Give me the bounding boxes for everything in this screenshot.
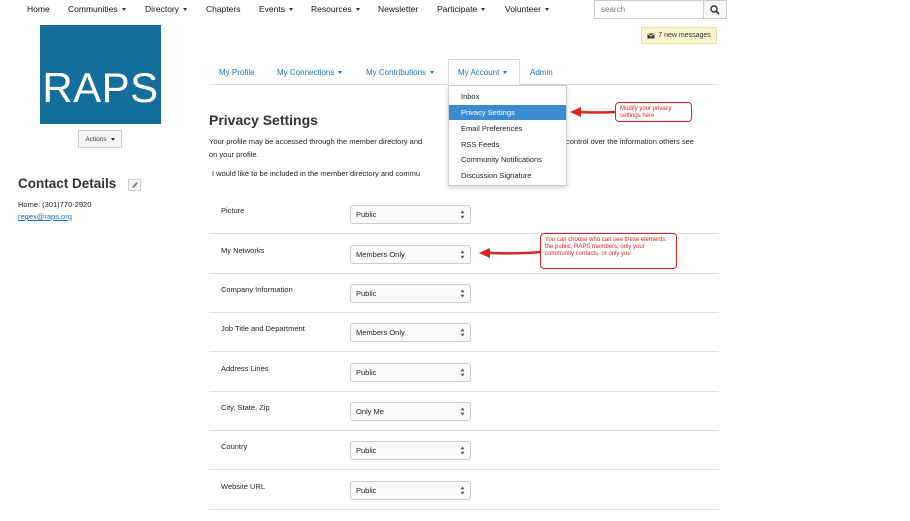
- privacy-select-city-state-zip[interactable]: Only Me: [350, 402, 471, 421]
- select-value: Members Only: [356, 328, 405, 337]
- nav-participate[interactable]: Participate: [437, 4, 485, 14]
- setting-row-job-title: Job Title and Department Members Only: [209, 313, 719, 352]
- setting-row-address-lines: Address Lines Public: [209, 353, 719, 392]
- nav-chapters[interactable]: Chapters: [206, 4, 241, 14]
- select-value: Public: [356, 446, 377, 455]
- setting-row-website-url: Website URL Public: [209, 471, 719, 510]
- setting-label: City, State, Zip: [221, 403, 270, 412]
- setting-label: My Networks: [221, 246, 265, 255]
- setting-label: Address Lines: [221, 364, 269, 373]
- setting-label: Company Information: [221, 285, 293, 294]
- nav-communities[interactable]: Communities: [68, 4, 126, 14]
- select-value: Members Only: [356, 250, 405, 259]
- select-arrows-icon: [460, 407, 465, 416]
- privacy-select-company-information[interactable]: Public: [350, 284, 471, 303]
- select-value: Public: [356, 486, 377, 495]
- top-navigation: Home Communities Directory Chapters Even…: [0, 0, 910, 20]
- privacy-select-my-networks[interactable]: Members Only: [350, 245, 471, 264]
- search-input[interactable]: [594, 0, 704, 19]
- intro-text: Your profile may be accessed through the…: [209, 137, 423, 146]
- setting-row-country: Country Public: [209, 431, 719, 470]
- select-arrows-icon: [460, 210, 465, 219]
- menu-item-rss-feeds[interactable]: RSS Feeds: [449, 137, 566, 152]
- menu-item-privacy-settings[interactable]: Privacy Settings: [449, 105, 566, 120]
- select-arrows-icon: [460, 446, 465, 455]
- tab-admin[interactable]: Admin: [530, 68, 553, 77]
- select-value: Public: [356, 289, 377, 298]
- setting-label: Website URL: [221, 482, 266, 491]
- nav-newsletter[interactable]: Newsletter: [378, 4, 418, 14]
- nav-home[interactable]: Home: [27, 4, 50, 14]
- tab-my-contributions[interactable]: My Contributions: [366, 68, 434, 77]
- privacy-select-country[interactable]: Public: [350, 441, 471, 460]
- nav-directory[interactable]: Directory: [145, 4, 187, 14]
- messages-label: 7 new messages: [658, 32, 711, 39]
- select-arrows-icon: [460, 328, 465, 337]
- envelope-icon: [647, 32, 655, 38]
- nav-volunteer[interactable]: Volunteer: [505, 4, 549, 14]
- select-value: Only Me: [356, 407, 384, 416]
- select-value: Public: [356, 368, 377, 377]
- setting-row-company-information: Company Information Public: [209, 274, 719, 313]
- page-title: Privacy Settings: [209, 112, 318, 128]
- select-arrows-icon: [460, 250, 465, 259]
- contact-email-link[interactable]: regex@raps.org: [18, 212, 72, 221]
- privacy-select-website-url[interactable]: Public: [350, 481, 471, 500]
- nav-events[interactable]: Events: [259, 4, 293, 14]
- privacy-select-picture[interactable]: Public: [350, 205, 471, 224]
- setting-row-picture: Picture Public: [209, 195, 719, 234]
- privacy-select-address-lines[interactable]: Public: [350, 363, 471, 382]
- profile-tabs: My Profile My Connections My Contributio…: [209, 59, 719, 85]
- networks-callout: You can choose who can see these element…: [540, 233, 677, 269]
- search-button[interactable]: [703, 0, 727, 19]
- nav-resources[interactable]: Resources: [311, 4, 360, 14]
- pencil-icon: [131, 182, 138, 188]
- contact-details-title: Contact Details: [18, 176, 117, 191]
- search-icon: [710, 4, 720, 15]
- setting-row-city-state-zip: City, State, Zip Only Me: [209, 392, 719, 431]
- raps-logo: RAPS: [40, 25, 161, 124]
- menu-item-community-notifications[interactable]: Community Notifications: [449, 152, 566, 167]
- menu-item-email-preferences[interactable]: Email Preferences: [449, 121, 566, 136]
- setting-label: Job Title and Department: [221, 324, 305, 333]
- directory-include-text: I would like to be included in the membe…: [212, 169, 421, 178]
- edit-contact-button[interactable]: [128, 179, 141, 191]
- privacy-callout-arrow: [570, 107, 617, 117]
- privacy-select-job-title[interactable]: Members Only: [350, 323, 471, 342]
- intro-text-line2: on your profile.: [209, 150, 259, 159]
- my-account-menu: Inbox Privacy Settings Email Preferences…: [448, 85, 567, 186]
- tab-my-connections[interactable]: My Connections: [277, 68, 342, 77]
- actions-label: Actions: [85, 135, 107, 143]
- intro-text-continued: control over the information others see: [566, 137, 694, 146]
- tab-my-profile[interactable]: My Profile: [219, 68, 255, 77]
- networks-callout-arrow: [479, 248, 542, 258]
- contact-phone: Home: (301)770-2920: [18, 200, 92, 209]
- select-arrows-icon: [460, 368, 465, 377]
- tab-my-account[interactable]: My Account: [458, 68, 507, 77]
- actions-button[interactable]: Actions: [78, 130, 122, 148]
- select-arrows-icon: [460, 486, 465, 495]
- setting-label: Picture: [221, 206, 245, 215]
- privacy-settings-callout: Modify your privacy settings here: [615, 102, 692, 122]
- new-messages-badge[interactable]: 7 new messages: [641, 27, 717, 44]
- setting-label: Country: [221, 442, 248, 451]
- menu-item-discussion-signature[interactable]: Discussion Signature: [449, 168, 566, 183]
- select-value: Public: [356, 210, 377, 219]
- select-arrows-icon: [460, 289, 465, 298]
- logo-text: RAPS: [42, 63, 159, 111]
- menu-item-inbox[interactable]: Inbox: [449, 89, 566, 104]
